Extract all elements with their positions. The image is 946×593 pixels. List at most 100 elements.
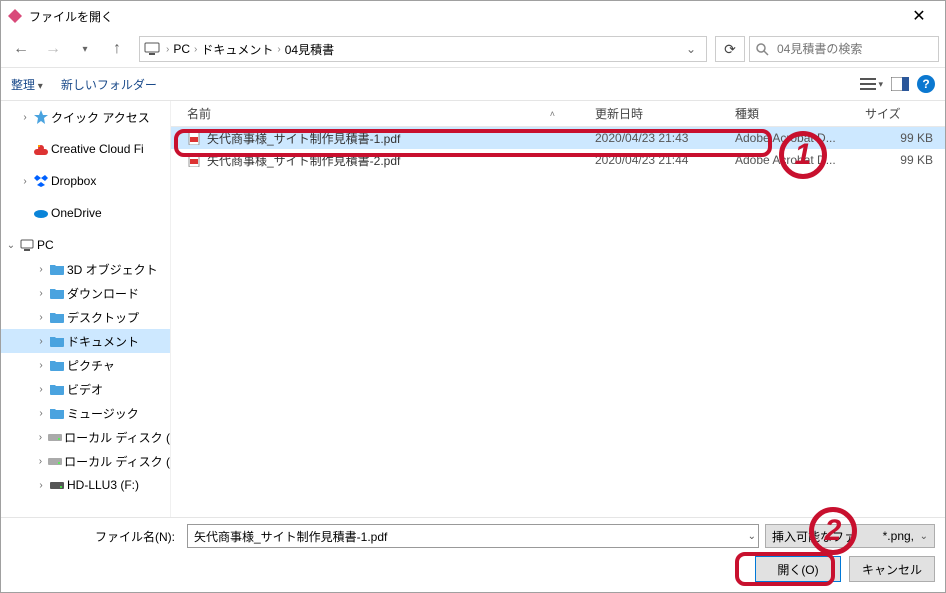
forward-button[interactable]: → <box>39 35 67 63</box>
dropbox-icon <box>33 173 49 189</box>
tree-pc[interactable]: ⌄ PC <box>1 233 170 257</box>
organize-menu[interactable]: 整理 <box>11 76 43 93</box>
tree-label: ドキュメント <box>67 333 139 350</box>
breadcrumb[interactable]: › PC › ドキュメント › 04見積書 ⌄ <box>139 36 707 62</box>
file-date: 2020/04/23 21:43 <box>595 131 735 145</box>
breadcrumb-dropdown[interactable]: ⌄ <box>680 42 702 56</box>
filename-label: ファイル名(N): <box>11 528 181 545</box>
tree-pc-child[interactable]: › ドキュメント <box>1 329 170 353</box>
toolbar: 整理 新しいフォルダー ▾ ? <box>1 67 945 101</box>
search-icon <box>756 43 769 56</box>
refresh-button[interactable]: ⟳ <box>715 36 745 62</box>
folder-icon <box>49 333 65 349</box>
tree-pc-child[interactable]: ›ローカル ディスク ( <box>1 425 170 449</box>
new-folder-button[interactable]: 新しいフォルダー <box>61 76 157 93</box>
tree-pc-child[interactable]: › HD-LLU3 (F:) <box>1 473 170 497</box>
tree-creative-cloud[interactable]: Creative Cloud Fi <box>1 137 170 161</box>
chevron-right-icon: › <box>19 112 31 123</box>
search-input[interactable] <box>775 41 932 57</box>
col-size[interactable]: サイズ <box>865 105 945 122</box>
tree-pc-child[interactable]: ›デスクトップ <box>1 305 170 329</box>
close-button[interactable]: ✕ <box>899 2 939 30</box>
pdf-icon <box>187 131 201 145</box>
folder-icon <box>49 357 65 373</box>
column-headers[interactable]: 名前 ˄ 更新日時 種類 サイズ <box>171 101 945 127</box>
file-row[interactable]: 矢代商事様_サイト制作見積書-2.pdf2020/04/23 21:44Adob… <box>171 149 945 171</box>
tree-label: 3D オブジェクト <box>67 261 158 278</box>
tree-label: クイック アクセス <box>51 109 150 126</box>
file-list[interactable]: 矢代商事様_サイト制作見積書-1.pdf 2020/04/23 21:43Adob… <box>171 127 945 517</box>
star-icon <box>33 109 49 125</box>
cloud-icon <box>33 141 49 157</box>
filetype-filter[interactable]: 挿入可能なファ *.png, ⌄ <box>765 524 935 548</box>
up-button[interactable]: ↑ <box>103 35 131 63</box>
cancel-button[interactable]: キャンセル <box>849 556 935 582</box>
filter-label: 挿入可能なファ <box>772 528 856 545</box>
chevron-right-icon: › <box>35 264 47 275</box>
tree-onedrive[interactable]: OneDrive <box>1 201 170 225</box>
col-date[interactable]: 更新日時 <box>595 105 735 122</box>
breadcrumb-part[interactable]: 04見積書 <box>285 41 334 58</box>
tree-dropbox[interactable]: › Dropbox <box>1 169 170 193</box>
chevron-right-icon: › <box>35 408 47 419</box>
preview-pane-icon[interactable] <box>891 77 909 91</box>
file-size: 99 KB <box>865 153 945 167</box>
bottom-panel: ファイル名(N): ⌄ 挿入可能なファ *.png, ⌄ 開く(O) キャンセル <box>1 517 945 592</box>
chevron-down-icon: ⌄ <box>5 240 17 251</box>
tree-pc-child[interactable]: › ローカル ディスク ( <box>1 449 170 473</box>
file-pane: 名前 ˄ 更新日時 種類 サイズ 矢代商事様_サイト制作見積書-1.pdf 202… <box>171 101 945 517</box>
onedrive-icon <box>33 205 49 221</box>
tree-label: HD-LLU3 (F:) <box>67 478 139 492</box>
chevron-down-icon[interactable]: ⌄ <box>920 531 928 542</box>
chevron-right-icon: › <box>35 480 47 491</box>
filename-input[interactable] <box>192 528 754 544</box>
chevron-right-icon: › <box>35 336 47 347</box>
folder-icon <box>49 381 65 397</box>
view-details-icon[interactable]: ▾ <box>860 77 883 91</box>
file-row[interactable]: 矢代商事様_サイト制作見積書-1.pdf 2020/04/23 21:43Adob… <box>171 127 945 149</box>
tree-label: Dropbox <box>51 174 96 188</box>
recent-dropdown[interactable]: ▾ <box>71 35 99 63</box>
search-box[interactable] <box>749 36 939 62</box>
tree-label: ビデオ <box>67 381 103 398</box>
breadcrumb-part[interactable]: ドキュメント <box>201 41 273 58</box>
breadcrumb-part[interactable]: PC <box>173 42 190 56</box>
pc-icon <box>144 42 160 56</box>
col-name[interactable]: 名前 ˄ <box>187 105 595 122</box>
file-type: Adobe Acrobat D... <box>735 131 865 145</box>
tree-label: Creative Cloud Fi <box>51 142 144 156</box>
chevron-down-icon[interactable]: ⌄ <box>748 531 756 542</box>
folder-icon <box>49 261 65 277</box>
help-button[interactable]: ? <box>917 75 935 93</box>
tree-pc-child[interactable]: › ビデオ <box>1 377 170 401</box>
file-size: 99 KB <box>865 131 945 145</box>
chevron-right-icon: › <box>35 384 47 395</box>
tree-label: ローカル ディスク ( <box>64 453 170 470</box>
tree-pc-child[interactable]: ›ミュージック <box>1 401 170 425</box>
tree-pc-child[interactable]: ›ピクチャ <box>1 353 170 377</box>
chevron-right-icon: › <box>35 456 46 467</box>
tree-label: PC <box>37 238 54 252</box>
folder-icon <box>49 405 65 421</box>
tree-pc-child[interactable]: › 3D オブジェクト <box>1 257 170 281</box>
chevron-right-icon: › <box>35 312 47 323</box>
open-button[interactable]: 開く(O) <box>755 556 841 582</box>
chevron-right-icon: › <box>35 432 46 443</box>
file-name: 矢代商事様_サイト制作見積書-2.pdf <box>207 152 400 169</box>
filter-tail: *.png, <box>883 529 914 543</box>
file-name: 矢代商事様_サイト制作見積書-1.pdf <box>207 130 400 147</box>
chevron-right-icon: › <box>35 288 47 299</box>
chevron-right-icon: › <box>166 44 169 55</box>
disk-icon <box>48 453 62 469</box>
tree-pc-child[interactable]: › ダウンロード <box>1 281 170 305</box>
col-type[interactable]: 種類 <box>735 105 865 122</box>
disk-icon <box>48 429 62 445</box>
nav-tree[interactable]: › クイック アクセス Creative Cloud Fi › Dropbox <box>1 101 171 517</box>
chevron-right-icon: › <box>19 176 31 187</box>
tree-quick-access[interactable]: › クイック アクセス <box>1 105 170 129</box>
tree-label: ダウンロード <box>67 285 139 302</box>
chevron-right-icon: › <box>194 44 197 55</box>
folder-icon <box>49 285 65 301</box>
filename-combo[interactable]: ⌄ <box>187 524 759 548</box>
back-button[interactable]: ← <box>7 35 35 63</box>
